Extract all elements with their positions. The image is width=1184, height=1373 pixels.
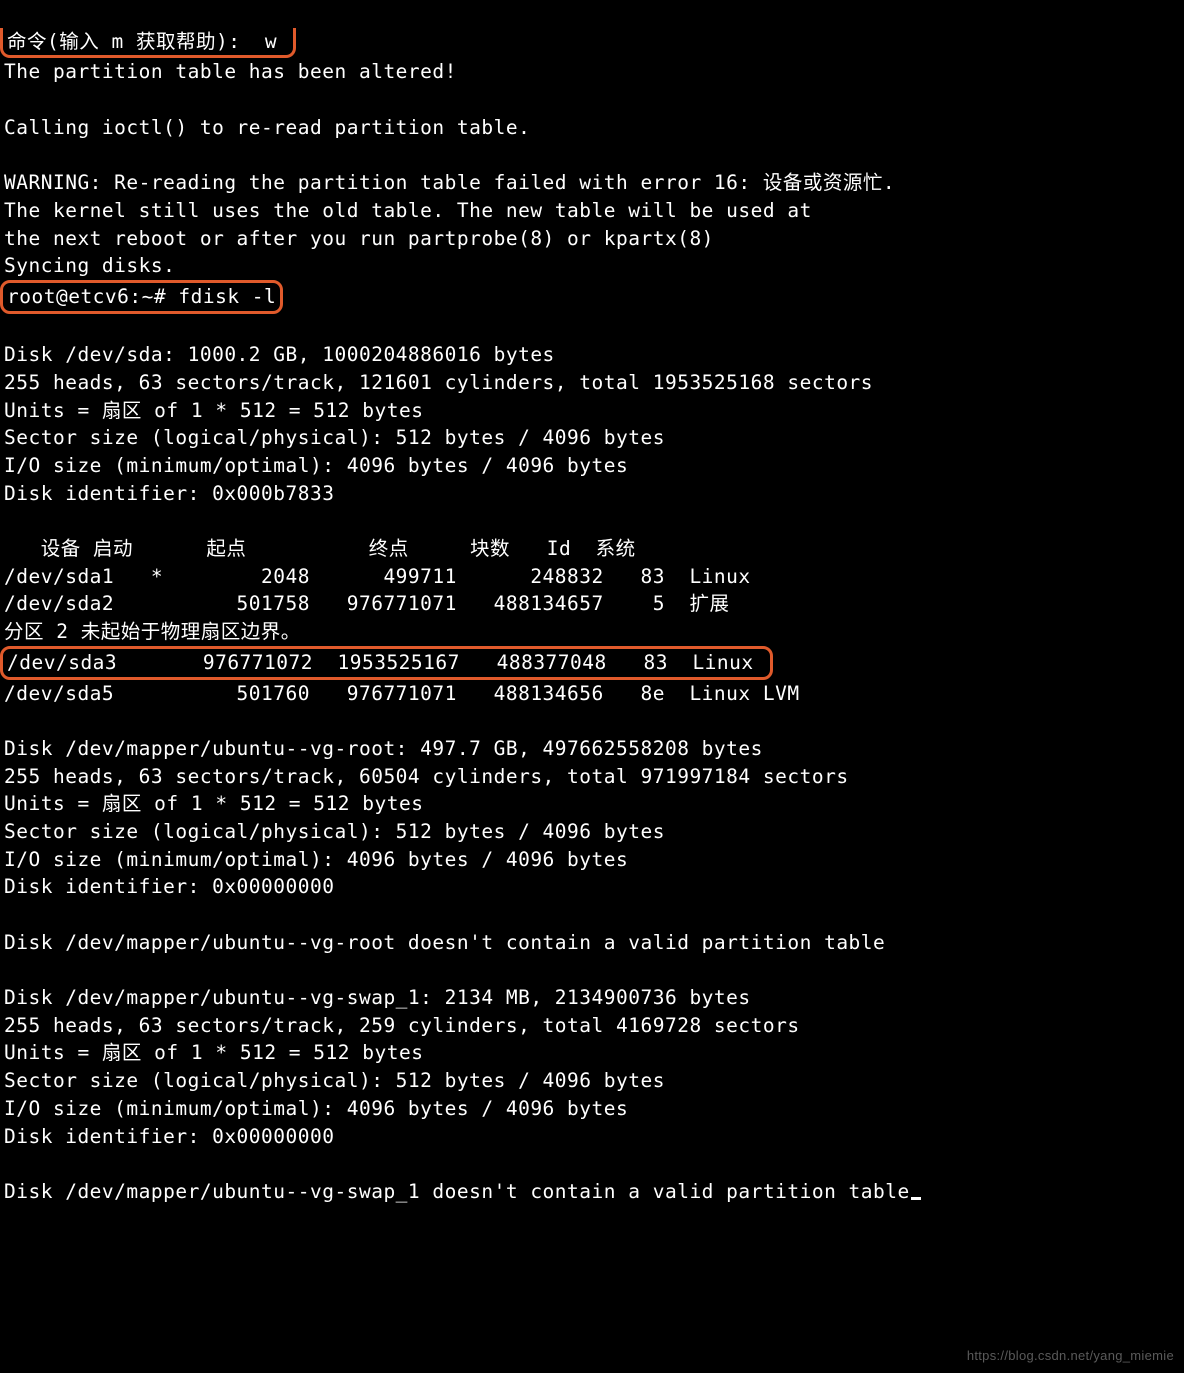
- disk-vgroot-geometry: 255 heads, 63 sectors/track, 60504 cylin…: [4, 765, 849, 788]
- terminal-window[interactable]: 命令(输入 m 获取帮助): w The partition table has…: [0, 0, 1184, 1373]
- output-ioctl: Calling ioctl() to re-read partition tab…: [4, 116, 530, 139]
- disk-vgroot-sector-size: Sector size (logical/physical): 512 byte…: [4, 820, 665, 843]
- fdisk-command-input: 命令(输入 m 获取帮助): w: [0, 28, 296, 59]
- output-altered: The partition table has been altered!: [4, 60, 457, 83]
- watermark-text: https://blog.csdn.net/yang_miemie: [967, 1347, 1174, 1365]
- output-warning-2: The kernel still uses the old table. The…: [4, 199, 812, 222]
- disk-swap-io-size: I/O size (minimum/optimal): 4096 bytes /…: [4, 1097, 628, 1120]
- output-warning-3: the next reboot or after you run partpro…: [4, 227, 714, 250]
- disk-sda-geometry: 255 heads, 63 sectors/track, 121601 cyli…: [4, 371, 873, 394]
- output-warning-1: WARNING: Re-reading the partition table …: [4, 171, 895, 194]
- partition-row-sda5: /dev/sda5 501760 976771071 488134656 8e …: [4, 682, 800, 705]
- disk-sda-io-size: I/O size (minimum/optimal): 4096 bytes /…: [4, 454, 628, 477]
- partition-physical-note: 分区 2 未起始于物理扇区边界。: [4, 620, 301, 643]
- disk-sda-header: Disk /dev/sda: 1000.2 GB, 1000204886016 …: [4, 343, 555, 366]
- disk-vgroot-io-size: I/O size (minimum/optimal): 4096 bytes /…: [4, 848, 628, 871]
- disk-sda-sector-size: Sector size (logical/physical): 512 byte…: [4, 426, 665, 449]
- disk-vgroot-units: Units = 扇区 of 1 * 512 = 512 bytes: [4, 792, 423, 815]
- disk-swap-units: Units = 扇区 of 1 * 512 = 512 bytes: [4, 1041, 423, 1064]
- shell-prompt-fdisk: root@etcv6:~# fdisk -l: [0, 280, 283, 314]
- partition-row-sda2: /dev/sda2 501758 976771071 488134657 5 扩…: [4, 592, 729, 615]
- output-syncing: Syncing disks.: [4, 254, 175, 277]
- disk-swap-sector-size: Sector size (logical/physical): 512 byte…: [4, 1069, 665, 1092]
- disk-swap-geometry: 255 heads, 63 sectors/track, 259 cylinde…: [4, 1014, 800, 1037]
- disk-vgroot-header: Disk /dev/mapper/ubuntu--vg-root: 497.7 …: [4, 737, 763, 760]
- partition-row-sda3: /dev/sda3 976771072 1953525167 488377048…: [0, 646, 773, 680]
- partition-row-sda1: /dev/sda1 * 2048 499711 248832 83 Linux: [4, 565, 751, 588]
- disk-sda-identifier: Disk identifier: 0x000b7833: [4, 482, 334, 505]
- terminal-cursor: [911, 1197, 921, 1200]
- disk-vgroot-identifier: Disk identifier: 0x00000000: [4, 875, 334, 898]
- partition-table-header: 设备 启动 起点 终点 块数 Id 系统: [4, 537, 636, 560]
- disk-swap-error: Disk /dev/mapper/ubuntu--vg-swap_1 doesn…: [4, 1180, 910, 1203]
- disk-swap-header: Disk /dev/mapper/ubuntu--vg-swap_1: 2134…: [4, 986, 751, 1009]
- disk-swap-identifier: Disk identifier: 0x00000000: [4, 1125, 334, 1148]
- disk-vgroot-error: Disk /dev/mapper/ubuntu--vg-root doesn't…: [4, 931, 885, 954]
- disk-sda-units: Units = 扇区 of 1 * 512 = 512 bytes: [4, 399, 423, 422]
